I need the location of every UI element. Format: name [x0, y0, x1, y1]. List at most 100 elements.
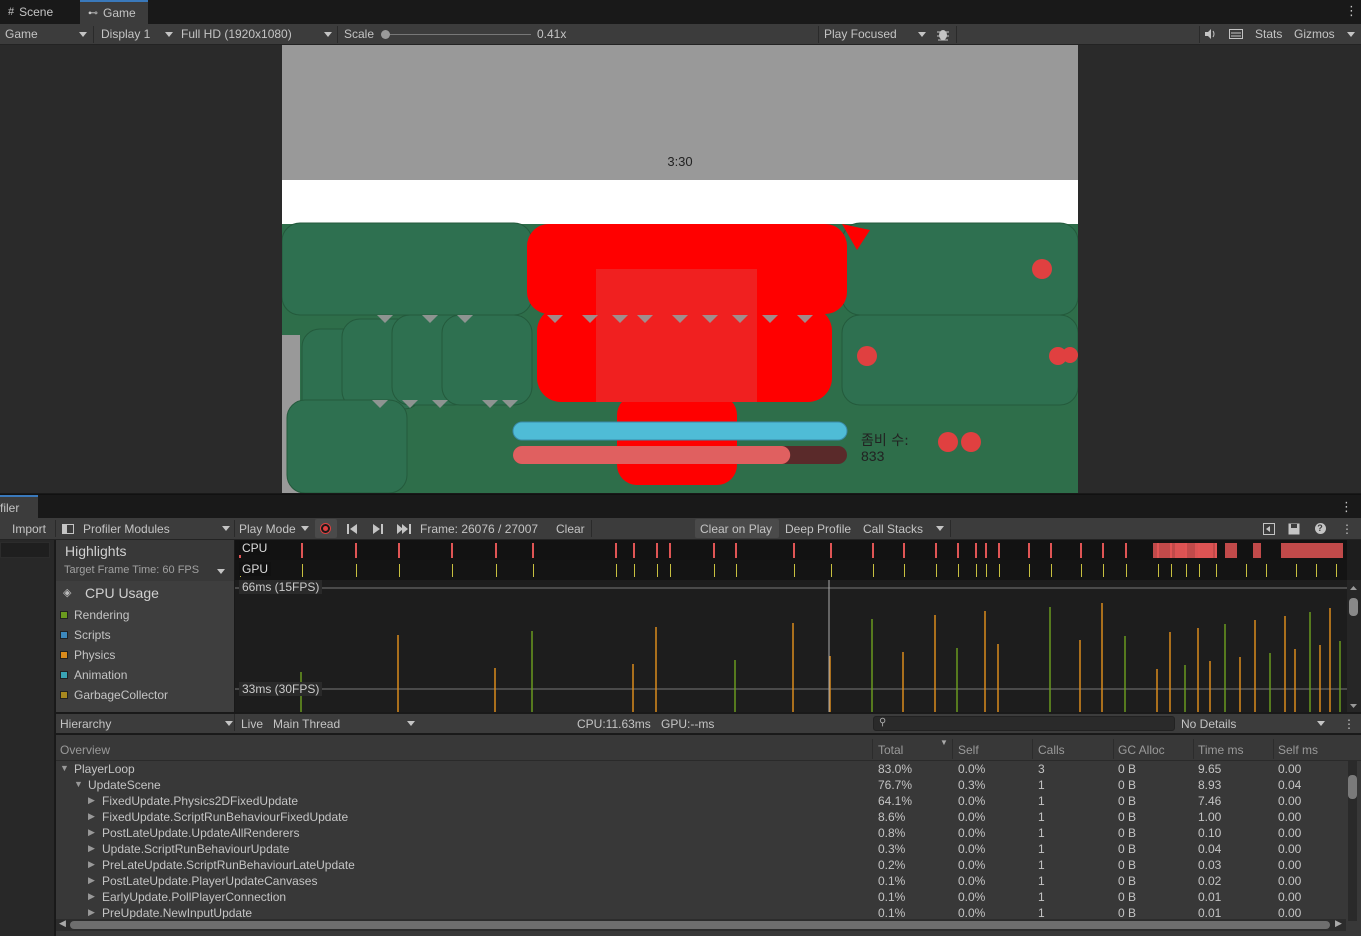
profiler-charts[interactable]: CPU GPU 66ms (15FPS) 33ms (30FPS) — [235, 540, 1361, 712]
last-frame-icon[interactable] — [396, 518, 412, 539]
gpu-spike-mark — [794, 564, 795, 577]
table-row[interactable]: ▶ Update.ScriptRunBehaviourUpdate 0.3% 0.0%… — [56, 841, 1346, 857]
legend-scripts[interactable]: Scripts — [60, 626, 111, 644]
play-mode-dropdown[interactable]: Play Mode — [239, 518, 311, 539]
scale-slider-thumb[interactable] — [381, 30, 390, 39]
tab-profiler[interactable]: filer — [0, 495, 38, 518]
more-options-icon[interactable]: ⋮ — [1343, 714, 1355, 733]
record-button[interactable] — [315, 519, 337, 538]
more-options-icon[interactable]: ⋮ — [1340, 499, 1353, 515]
chevron-down-icon — [407, 721, 415, 726]
table-row[interactable]: ▶ PreLateUpdate.ScriptRunBehaviourLateUpd… — [56, 857, 1346, 873]
call-stacks-dropdown[interactable]: Call Stacks — [863, 518, 947, 539]
legend-animation[interactable]: Animation — [60, 666, 127, 684]
animation-swatch — [60, 671, 68, 679]
audio-mute-icon[interactable] — [1203, 24, 1219, 44]
column-time-ms[interactable]: Time ms — [1198, 743, 1244, 757]
tab-game[interactable]: ⊷ Game — [80, 0, 148, 24]
chevron-down-icon — [79, 32, 87, 37]
collapsed-arrow-icon[interactable]: ▶ — [88, 891, 95, 902]
game-mode-dropdown[interactable]: Game — [5, 24, 90, 44]
expanded-arrow-icon[interactable]: ▼ — [60, 763, 69, 773]
expanded-arrow-icon[interactable]: ▼ — [74, 779, 83, 789]
profiler-modules-list: Highlights Target Frame Time: 60 FPS ◈ C… — [56, 540, 234, 712]
column-overview[interactable]: Overview — [60, 743, 110, 757]
more-options-icon[interactable]: ⋮ — [1341, 518, 1353, 539]
row-self: 0.0% — [958, 874, 986, 888]
keyboard-icon[interactable] — [1228, 24, 1244, 44]
previous-frame-icon[interactable] — [345, 518, 359, 539]
load-icon[interactable] — [1261, 518, 1277, 539]
hierarchy-table: Overview Total ▼ Self Calls GC Alloc Tim… — [56, 735, 1361, 936]
row-self: 0.0% — [958, 826, 986, 840]
scale-slider-track[interactable] — [386, 34, 531, 35]
divider — [591, 520, 592, 537]
row-gc: 0 B — [1118, 778, 1137, 792]
column-self-ms[interactable]: Self ms — [1278, 743, 1318, 757]
table-row[interactable]: ▼ PlayerLoop 83.0% 0.0% 3 0 B 9.65 0.00 — [56, 761, 1346, 777]
column-self[interactable]: Self — [958, 743, 979, 757]
stats-button[interactable]: Stats — [1255, 24, 1282, 44]
horizontal-scrollbar-thumb[interactable] — [70, 921, 1330, 929]
zombie-count-value: 833 — [861, 448, 885, 464]
live-toggle[interactable]: Live — [241, 714, 263, 733]
collapsed-arrow-icon[interactable]: ▶ — [88, 843, 95, 854]
column-calls[interactable]: Calls — [1038, 743, 1065, 757]
row-name: PreUpdate.NewInputUpdate — [102, 906, 253, 920]
table-scrollbar-thumb[interactable] — [1348, 775, 1357, 799]
resolution-dropdown[interactable]: Full HD (1920x1080) — [181, 24, 334, 44]
hierarchy-toolbar: Hierarchy Live Main Thread CPU:11.63ms G… — [56, 713, 1361, 734]
save-icon[interactable] — [1286, 518, 1302, 539]
row-self: 0.0% — [958, 762, 986, 776]
horizontal-scrollbar[interactable]: ◀ ▶ — [56, 918, 1346, 931]
cpu-usage-module[interactable]: ◈ CPU Usage Rendering Scripts Physics An… — [56, 581, 234, 712]
chevron-down-icon — [936, 526, 944, 531]
play-focused-dropdown[interactable]: Play Focused — [824, 24, 930, 44]
deep-profile-button[interactable]: Deep Profile — [785, 518, 851, 539]
collapsed-arrow-icon[interactable]: ▶ — [88, 811, 95, 822]
column-gc-alloc[interactable]: GC Alloc — [1118, 743, 1165, 757]
legend-garbage-collector[interactable]: GarbageCollector — [60, 686, 168, 704]
view-dropdown[interactable]: Hierarchy — [60, 714, 233, 733]
table-scrollbar[interactable] — [1348, 761, 1357, 921]
table-row[interactable]: ▶ FixedUpdate.Physics2DFixedUpdate 64.1% 0.… — [56, 793, 1346, 809]
profiler-modules-dropdown[interactable]: Profiler Modules — [62, 518, 232, 539]
cpu-usage-title: CPU Usage — [85, 585, 159, 601]
help-icon[interactable]: ? — [1312, 518, 1328, 539]
thread-dropdown[interactable]: Main Thread — [273, 714, 417, 733]
row-name: PostLateUpdate.PlayerUpdateCanvases — [102, 874, 318, 888]
collapsed-arrow-icon[interactable]: ▶ — [88, 795, 95, 806]
legend-physics[interactable]: Physics — [60, 646, 115, 664]
target-frame-dropdown[interactable]: Target Frame Time: 60 FPS — [64, 564, 199, 576]
hierarchy-search-input[interactable]: ⚲ — [873, 716, 1175, 731]
next-frame-icon[interactable] — [371, 518, 385, 539]
scroll-left-icon[interactable]: ◀ — [59, 918, 66, 929]
scroll-right-icon[interactable]: ▶ — [1335, 918, 1342, 929]
tab-scene[interactable]: # Scene — [0, 0, 72, 24]
collapsed-arrow-icon[interactable]: ▶ — [88, 827, 95, 838]
gizmos-dropdown[interactable]: Gizmos — [1294, 24, 1356, 44]
table-row[interactable]: ▶ PostLateUpdate.UpdateAllRenderers 0.8% 0.… — [56, 825, 1346, 841]
more-options-icon[interactable]: ⋮ — [1345, 3, 1358, 19]
table-row[interactable]: ▶ EarlyUpdate.PollPlayerConnection 0.1% 0.0… — [56, 889, 1346, 905]
column-total[interactable]: Total — [878, 743, 903, 757]
gpu-spike-mark — [496, 564, 497, 577]
table-row[interactable]: ▼ UpdateScene 76.7% 0.3% 1 0 B 8.93 0.04 — [56, 777, 1346, 793]
divider — [337, 26, 338, 43]
game-viewport[interactable]: 3:30 좀비 수: 833 — [282, 45, 1078, 493]
capture-search-field[interactable] — [0, 542, 50, 558]
collapsed-arrow-icon[interactable]: ▶ — [88, 859, 95, 870]
collapsed-arrow-icon[interactable]: ▶ — [88, 875, 95, 886]
table-row[interactable]: ▶ FixedUpdate.ScriptRunBehaviourFixedUpda… — [56, 809, 1346, 825]
clear-button[interactable]: Clear — [556, 518, 585, 539]
display-dropdown[interactable]: Display 1 — [101, 24, 175, 44]
collapsed-arrow-icon[interactable]: ▶ — [88, 907, 95, 918]
bug-icon[interactable] — [934, 24, 952, 44]
row-total: 64.1% — [878, 794, 913, 808]
table-row[interactable]: ▶ PostLateUpdate.PlayerUpdateCanvases 0.1%… — [56, 873, 1346, 889]
import-button[interactable]: Import — [12, 518, 46, 539]
details-dropdown[interactable]: No Details — [1181, 714, 1327, 733]
legend-rendering[interactable]: Rendering — [60, 606, 129, 624]
gpu-spike-mark — [302, 564, 303, 577]
gpu-spike-mark — [904, 564, 905, 577]
